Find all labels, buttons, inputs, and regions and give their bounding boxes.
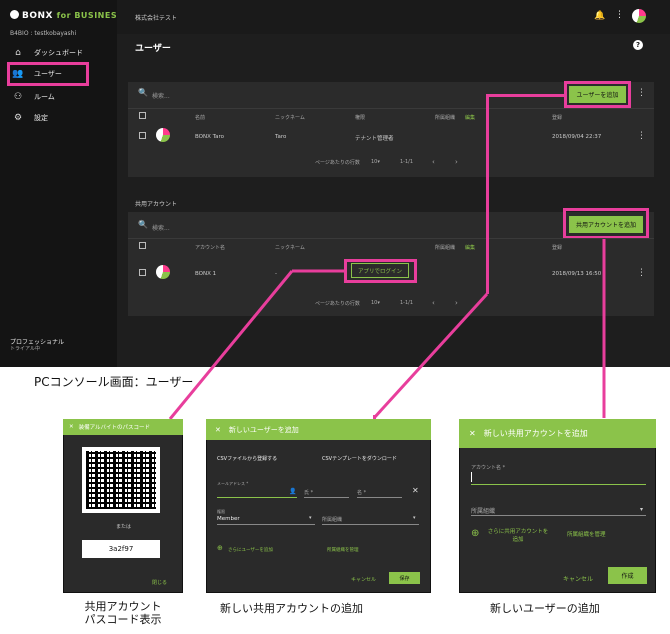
close-icon[interactable]: ✕: [469, 429, 476, 438]
email-label: メールアドレス *: [217, 481, 249, 486]
chevron-down-icon: ▾: [640, 506, 644, 513]
last-name-underline: [304, 497, 349, 498]
new-user-dialog-header: ✕ 新しいユーザーを追加: [206, 419, 431, 440]
manage-org-link[interactable]: 所属組織を管理: [327, 547, 359, 553]
passcode-value: 3a2f97: [82, 540, 160, 558]
connector-line: [372, 292, 489, 420]
close-icon[interactable]: ✕: [69, 424, 74, 430]
qr-code: [82, 447, 160, 513]
first-name-field[interactable]: 名 *: [357, 489, 366, 496]
role-underline: [217, 524, 315, 525]
org-underline: [471, 515, 646, 516]
add-circle-icon[interactable]: ⊕: [217, 544, 223, 552]
close-button[interactable]: 閉じる: [152, 579, 167, 586]
passcode-caption: 共用アカウント パスコード表示: [84, 600, 162, 626]
save-button[interactable]: 保存: [389, 572, 420, 584]
new-shared-caption: 新しいユーザーの追加: [490, 602, 600, 615]
create-button[interactable]: 作成: [608, 567, 647, 584]
last-name-field[interactable]: 氏 *: [304, 489, 313, 496]
add-more-users-link[interactable]: さらにユーザーを追加: [228, 547, 273, 553]
remove-row-icon[interactable]: ✕: [412, 486, 419, 495]
org-select[interactable]: 所属組織: [471, 506, 495, 515]
email-field[interactable]: [217, 497, 297, 498]
contact-icon: 👤: [289, 488, 297, 495]
qr-pattern: [86, 451, 156, 509]
csv-template-link[interactable]: CSVテンプレートをダウンロード: [322, 455, 397, 462]
cancel-button[interactable]: キャンセル: [563, 574, 593, 583]
new-shared-dialog-header: ✕ 新しい共用アカウントを追加: [459, 419, 656, 448]
account-name-label: アカウント名 *: [471, 465, 506, 471]
org-select[interactable]: 所属組織: [322, 516, 342, 523]
close-icon[interactable]: ✕: [215, 426, 221, 434]
add-circle-icon[interactable]: ⊕: [471, 528, 479, 539]
role-select[interactable]: Member: [217, 516, 240, 522]
passcode-dialog-header: ✕ 装備アルバイトのパスコード: [63, 419, 183, 435]
connector-line: [168, 270, 294, 420]
chevron-down-icon: ▾: [309, 515, 312, 521]
new-user-dialog: [206, 419, 431, 593]
chevron-down-icon: ▾: [413, 515, 416, 521]
new-user-caption: 新しい共用アカウントの追加: [220, 602, 363, 615]
csv-register-button[interactable]: CSVファイルから登録する: [217, 455, 277, 462]
or-text: または: [116, 524, 132, 530]
text-cursor: [471, 472, 472, 482]
cancel-button[interactable]: キャンセル: [351, 576, 376, 583]
account-name-field[interactable]: [471, 484, 646, 485]
role-label: 権限: [217, 509, 225, 514]
first-name-underline: [357, 497, 402, 498]
add-more-shared-link[interactable]: さらに共用アカウントを追加: [487, 528, 549, 544]
org-underline: [322, 524, 419, 525]
manage-org-link[interactable]: 所属組織を管理: [567, 530, 606, 538]
